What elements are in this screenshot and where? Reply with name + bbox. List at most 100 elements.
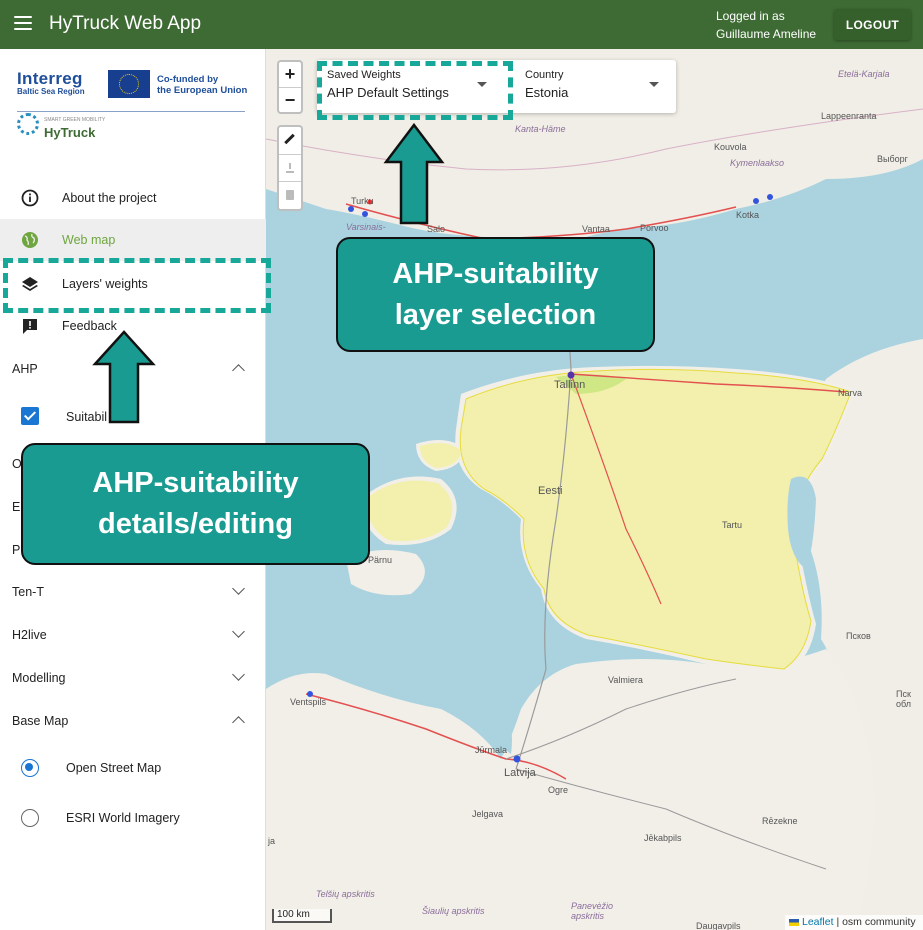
map-label: Пск обл <box>896 689 912 709</box>
map-label: Lappeenranta <box>821 111 877 121</box>
map-label: Kotka <box>736 210 760 220</box>
chevron-down-icon <box>232 625 245 638</box>
section-label: E <box>12 500 21 514</box>
map-label: Tallinn <box>554 379 586 391</box>
globe-icon <box>22 232 38 248</box>
map-label: Kouvola <box>714 142 747 152</box>
dropdown-arrow-icon <box>477 82 487 87</box>
saved-weights-value: AHP Default Settings <box>327 85 449 100</box>
hamburger-menu-icon[interactable] <box>14 16 32 30</box>
map-selectors: Saved Weights AHP Default Settings Count… <box>317 60 676 113</box>
saved-weights-caption: Saved Weights <box>327 69 401 81</box>
ukraine-flag-icon <box>789 918 799 926</box>
eu-flag-icon <box>108 70 150 98</box>
map-label: Telšių apskritis <box>316 889 375 899</box>
logout-button[interactable]: LOGOUT <box>834 9 911 40</box>
section-base-map[interactable]: Base Map <box>0 701 266 741</box>
section-label: Modelling <box>12 671 66 685</box>
section-ten-t[interactable]: Ten-T <box>0 572 266 612</box>
map-label: Šiaulių apskritis <box>422 906 485 916</box>
leaflet-link[interactable]: Leaflet <box>802 916 834 928</box>
login-info: Logged in as Guillaume Ameline <box>716 7 816 43</box>
saved-weights-select[interactable]: Saved Weights AHP Default Settings <box>317 60 507 113</box>
hytruck-tagline: SMART GREEN MOBILITY <box>44 117 106 123</box>
hytruck-logo-icon <box>17 113 39 135</box>
map-label: Tartu <box>722 520 743 530</box>
eu-text-line2: the European Union <box>157 85 248 96</box>
zoom-in-button[interactable]: + <box>279 62 301 87</box>
login-label: Logged in as <box>716 9 785 23</box>
map-label: Kanta-Häme <box>515 124 566 134</box>
nav-label: Layers' weights <box>62 277 148 291</box>
nav-label: About the project <box>62 191 157 205</box>
map-label: Turku <box>351 196 374 206</box>
eu-text-line1: Co-funded by <box>157 74 219 85</box>
map-label: Valmiera <box>608 675 643 685</box>
download-button[interactable] <box>279 154 301 181</box>
info-icon <box>21 189 39 207</box>
hytruck-logo-text: HyTruck <box>44 125 96 140</box>
download-icon <box>286 163 294 173</box>
radio-esri-world-imagery[interactable] <box>21 809 39 827</box>
section-label: Ten-T <box>12 585 44 599</box>
annotation-layer-selection: AHP-suitability layer selection <box>336 237 655 352</box>
map-label: Jelgava <box>472 809 504 819</box>
map-label: Latvija <box>504 767 536 779</box>
dropdown-arrow-icon <box>649 82 659 87</box>
annotation-arrow-up-icon <box>383 122 445 225</box>
pencil-icon <box>284 133 295 145</box>
annotation-arrow-up-icon <box>92 330 156 424</box>
map-label: Narva <box>838 388 863 398</box>
map-label: Varsinais- <box>346 222 386 232</box>
logo-area: Interreg Baltic Sea Region Co-funded by … <box>0 49 266 169</box>
trash-icon <box>286 190 294 200</box>
radio-open-street-map[interactable] <box>21 759 39 777</box>
logo-divider <box>17 111 245 112</box>
attribution-text: | osm community <box>833 916 916 928</box>
map-label: Псков <box>846 631 871 641</box>
zoom-control: + − <box>277 60 303 114</box>
annotation-text-line: layer selection <box>394 298 597 331</box>
section-modelling[interactable]: Modelling <box>0 658 266 698</box>
map-label: Jēkabpils <box>644 833 682 843</box>
map-label: Pärnu <box>368 555 393 565</box>
chevron-up-icon <box>232 716 245 729</box>
nav-layers-weights[interactable]: Layers' weights <box>0 263 266 305</box>
country-caption: Country <box>525 69 564 81</box>
annotation-details-editing: AHP-suitability details/editing <box>21 443 370 565</box>
map-label: Panevėžio apskritis <box>571 901 614 921</box>
feedback-icon <box>23 319 37 334</box>
radio-label: ESRI World Imagery <box>66 811 180 825</box>
map-attribution: Leaflet | osm community <box>785 915 923 930</box>
map-label: ja <box>268 836 276 846</box>
zoom-out-button[interactable]: − <box>279 87 301 112</box>
chevron-down-icon <box>232 668 245 681</box>
interreg-logo: Interreg <box>17 69 83 88</box>
map-label: Vantaa <box>582 224 610 234</box>
map-label: Porvoo <box>640 223 669 233</box>
country-value: Estonia <box>525 85 569 100</box>
chevron-up-icon <box>232 364 245 377</box>
annotation-text-line: AHP-suitability <box>392 257 599 290</box>
nav-about-project[interactable]: About the project <box>0 177 266 219</box>
interreg-subtitle: Baltic Sea Region <box>17 87 85 96</box>
radio-label: Open Street Map <box>66 761 162 775</box>
draw-button[interactable] <box>279 127 301 154</box>
draw-toolbar <box>277 125 303 211</box>
app-bar: HyTruck Web App Logged in as Guillaume A… <box>0 0 923 49</box>
chevron-down-icon <box>232 582 245 595</box>
map-label: Выборг <box>877 154 908 164</box>
suitability-checkbox[interactable] <box>21 407 39 425</box>
nav-web-map[interactable]: Web map <box>0 219 266 261</box>
nav-label: Web map <box>62 233 116 247</box>
section-h2live[interactable]: H2live <box>0 615 266 655</box>
map-label: Ogre <box>548 785 569 795</box>
layers-icon <box>22 277 38 291</box>
username: Guillaume Ameline <box>716 27 817 41</box>
section-label: H2live <box>12 628 47 642</box>
map-label: Eesti <box>538 485 563 497</box>
map-label: Daugavpils <box>696 921 741 930</box>
country-select[interactable]: Country Estonia <box>515 60 676 113</box>
delete-button[interactable] <box>279 181 301 208</box>
annotation-text-line: details/editing <box>98 508 293 540</box>
